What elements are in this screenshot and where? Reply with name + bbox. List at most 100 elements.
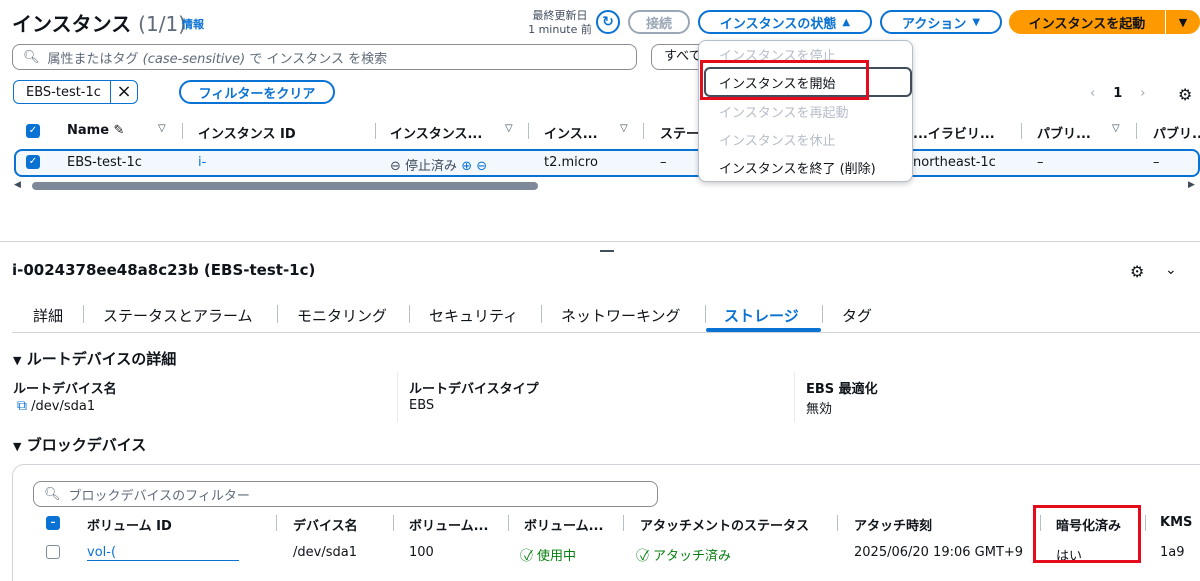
tab-divider — [541, 305, 542, 323]
search-placeholder-suffix: で インスタンス を検索 — [249, 51, 388, 67]
column-header-volume-size[interactable]: ボリューム... — [409, 515, 488, 534]
tab-divider — [277, 305, 278, 323]
block-device-section-header[interactable]: ▼ ブロックデバイス — [13, 434, 146, 455]
gear-icon[interactable]: ⚙ — [1178, 85, 1192, 104]
sort-icon[interactable]: ▽ — [1112, 123, 1120, 134]
caret-up-icon: ▲ — [842, 16, 851, 28]
column-header-device-name[interactable]: デバイス名 — [293, 515, 358, 534]
instance-count: (1/1) — [138, 12, 186, 36]
root-device-type: EBS — [409, 398, 435, 413]
search-input[interactable]: 🔍︎ 属性またはタグ (case-sensitive) で インスタンス を検索 — [12, 44, 637, 70]
scrollbar-thumb[interactable] — [32, 182, 538, 190]
launch-instance-button[interactable]: インスタンスを起動 — [1009, 10, 1165, 34]
block-device-filter-input[interactable]: 🔍︎ ブロックデバイスのフィルター — [33, 481, 658, 507]
column-header-availability-zone[interactable]: ...イラビリ... — [913, 123, 995, 142]
instance-id-link[interactable]: i- — [198, 155, 206, 170]
sort-icon[interactable]: ▽ — [620, 123, 628, 134]
tab-monitoring[interactable]: モニタリング — [297, 305, 387, 326]
actions-button[interactable]: アクション ▼ — [880, 10, 1002, 34]
column-header-instance-type[interactable]: インス... — [544, 123, 598, 142]
menu-item-reboot[interactable]: インスタンスを再起動 — [719, 102, 848, 121]
menu-item-terminate[interactable]: インスタンスを終了 (削除) — [719, 158, 876, 177]
column-header-public-ip[interactable]: パブリ... — [1153, 123, 1200, 142]
column-header-public-dns[interactable]: パブリ... — [1037, 123, 1091, 142]
info-link[interactable]: 情報 — [182, 16, 204, 32]
zoom-out-icon[interactable]: ⊖ — [476, 159, 487, 174]
launch-caret-icon[interactable]: ▼ — [1166, 10, 1200, 34]
column-header-attachment-status[interactable]: アタッチメントのステータス — [640, 515, 809, 534]
menu-item-hibernate[interactable]: インスタンスを休止 — [719, 130, 835, 149]
column-divider — [375, 123, 376, 139]
clear-filters-button[interactable]: フィルターをクリア — [179, 80, 335, 104]
caret-down-icon: ▼ — [972, 16, 981, 28]
tab-divider — [409, 305, 410, 323]
refresh-icon[interactable]: ↻ — [596, 10, 620, 34]
column-divider — [837, 515, 838, 531]
column-header-name[interactable]: Name ✎ — [67, 123, 124, 138]
tab-divider — [83, 305, 84, 323]
row-checkbox[interactable] — [46, 545, 60, 559]
column-header-volume-state[interactable]: ボリューム... — [524, 515, 603, 534]
scroll-right-icon[interactable]: ▶ — [1188, 180, 1195, 190]
caret-down-icon: ▼ — [13, 440, 22, 453]
column-divider — [1136, 123, 1137, 139]
split-divider[interactable] — [0, 241, 1200, 242]
close-icon[interactable]: × — [110, 81, 137, 103]
column-divider — [508, 515, 509, 531]
zoom-in-icon[interactable]: ⊕ — [461, 159, 472, 174]
status-check: – — [660, 155, 667, 170]
column-divider — [1021, 123, 1022, 139]
pagination: ‹ 1 › — [1090, 86, 1145, 101]
chevron-right-icon[interactable]: › — [1140, 86, 1145, 101]
page-number[interactable]: 1 — [1113, 86, 1122, 101]
tab-networking[interactable]: ネットワーキング — [561, 305, 681, 326]
scroll-left-icon[interactable]: ◀ — [14, 180, 21, 190]
gear-icon[interactable]: ⚙ — [1130, 262, 1144, 281]
column-header-kms[interactable]: KMS — [1160, 515, 1192, 530]
column-header-attach-time[interactable]: アタッチ時刻 — [854, 515, 932, 534]
volume-id-link[interactable]: vol-( — [87, 545, 239, 561]
search-icon: 🔍︎ — [23, 49, 40, 65]
public-dns: – — [1037, 155, 1044, 170]
column-header-volume-id[interactable]: ボリューム ID — [87, 515, 172, 534]
last-updated-label: 最終更新日 — [532, 9, 588, 22]
sort-icon[interactable]: ▽ — [158, 123, 166, 134]
column-divider — [528, 123, 529, 139]
volume-size: 100 — [409, 545, 434, 560]
actions-label: アクション — [901, 16, 967, 32]
public-ip: – — [1153, 155, 1160, 170]
chevron-down-icon[interactable]: ⌄ — [1165, 262, 1177, 278]
sort-icon[interactable]: ▽ — [505, 123, 513, 134]
tab-tags[interactable]: タグ — [842, 305, 872, 326]
root-device-name-label: ルートデバイス名 — [13, 382, 117, 397]
select-all-checkbox[interactable]: – — [46, 516, 60, 530]
edit-icon: ✎ — [113, 123, 125, 138]
tab-details[interactable]: 詳細 — [33, 305, 63, 326]
column-header-status-check[interactable]: ステー — [660, 123, 699, 142]
column-divider — [794, 372, 795, 422]
kms-key: 1a9 — [1160, 545, 1185, 560]
root-device-name: ⧉ /dev/sda1 — [17, 398, 96, 414]
column-header-instance-id[interactable]: インスタンス ID — [198, 123, 296, 142]
column-divider — [182, 123, 183, 139]
connect-button[interactable]: 接続 — [628, 10, 690, 34]
row-checkbox[interactable]: ✓ — [26, 155, 40, 169]
table-row[interactable] — [14, 149, 1200, 177]
tab-status-alarms[interactable]: ステータスとアラーム — [103, 305, 253, 326]
search-placeholder-prefix: 属性またはタグ — [47, 51, 139, 67]
last-updated-value: 1 minute 前 — [528, 23, 592, 36]
attachment-status: ✓⃝ アタッチ済み — [640, 549, 732, 564]
copy-icon[interactable]: ⧉ — [17, 398, 27, 414]
chevron-left-icon[interactable]: ‹ — [1090, 86, 1095, 101]
block-filter-placeholder: ブロックデバイスのフィルター — [68, 488, 250, 504]
tab-security[interactable]: セキュリティ — [429, 305, 518, 326]
column-header-instance-state[interactable]: インスタンス... — [390, 123, 482, 142]
instance-state-button[interactable]: インスタンスの状態 ▲ — [698, 10, 872, 34]
search-placeholder-italic: (case-sensitive) — [142, 51, 246, 67]
root-device-section-header[interactable]: ▼ ルートデバイスの詳細 — [13, 348, 176, 369]
resize-handle[interactable] — [600, 250, 614, 252]
select-all-checkbox[interactable]: ✓ — [26, 124, 40, 138]
instance-state: ⊖ 停止済み ⊕ ⊖ — [390, 159, 488, 174]
highlight-box — [1033, 505, 1141, 563]
tab-storage[interactable]: ストレージ — [724, 305, 799, 326]
